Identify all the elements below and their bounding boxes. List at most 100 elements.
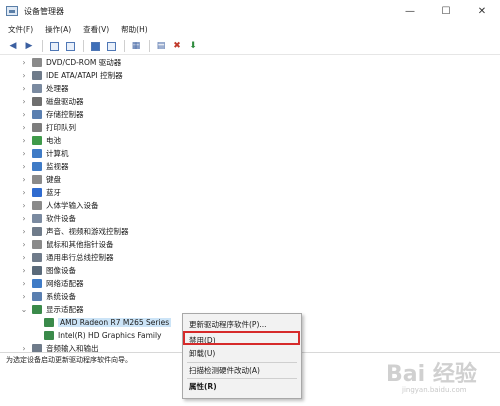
menu-file[interactable]: 文件(F) — [8, 24, 33, 35]
category-item[interactable]: › 系统设备 — [0, 290, 500, 303]
maximize-button[interactable]: ☐ — [428, 0, 464, 22]
chevron-right-icon[interactable]: › — [20, 160, 28, 173]
chevron-right-icon[interactable]: › — [20, 212, 28, 225]
category-item[interactable]: › 鼠标和其他指针设备 — [0, 238, 500, 251]
window-controls: — ☐ ✕ — [392, 0, 500, 22]
toolbar: ◀ ▶ ▦ ▤ ✖ ⬇ — [0, 38, 500, 55]
chevron-right-icon[interactable]: › — [20, 251, 28, 264]
category-item[interactable]: › IDE ATA/ATAPI 控制器 — [0, 69, 500, 82]
category-item[interactable]: › 图像设备 — [0, 264, 500, 277]
chevron-right-icon[interactable]: › — [20, 186, 28, 199]
disk-drive-icon — [32, 97, 42, 106]
chevron-right-icon[interactable]: › — [20, 134, 28, 147]
minimize-button[interactable]: — — [392, 0, 428, 22]
category-item[interactable]: › 打印队列 — [0, 121, 500, 134]
computer-icon — [32, 149, 42, 158]
category-item[interactable]: › 软件设备 — [0, 212, 500, 225]
chevron-right-icon[interactable]: › — [20, 69, 28, 82]
chevron-right-icon[interactable]: › — [20, 264, 28, 277]
chevron-right-icon[interactable]: › — [20, 82, 28, 95]
hid-icon — [32, 201, 42, 210]
chevron-right-icon[interactable]: › — [20, 173, 28, 186]
category-item[interactable]: › 通用串行总线控制器 — [0, 251, 500, 264]
tree-item-label: 键盘 — [46, 175, 61, 184]
category-item[interactable]: › 人体学输入设备 — [0, 199, 500, 212]
device-manager-icon — [6, 6, 18, 16]
tree-item-label: Intel(R) HD Graphics Family — [58, 331, 162, 340]
category-item[interactable]: › 蓝牙 — [0, 186, 500, 199]
help-icon[interactable] — [88, 40, 102, 53]
show-hide-tree-icon[interactable] — [47, 40, 61, 53]
processor-icon — [32, 84, 42, 93]
close-button[interactable]: ✕ — [464, 0, 500, 22]
chevron-right-icon[interactable]: › — [20, 290, 28, 303]
enable-device-icon[interactable]: ⬇ — [186, 40, 200, 53]
chevron-right-icon[interactable]: › — [20, 108, 28, 121]
update-driver-icon[interactable]: ▤ — [154, 40, 168, 53]
tree-item-label: 人体学输入设备 — [46, 201, 99, 210]
category-item[interactable]: › 磁盘驱动器 — [0, 95, 500, 108]
tree-item-label: 鼠标和其他指针设备 — [46, 240, 114, 249]
category-item[interactable]: › 键盘 — [0, 173, 500, 186]
uninstall-icon[interactable]: ✖ — [170, 40, 184, 53]
back-icon[interactable]: ◀ — [6, 40, 20, 53]
forward-icon[interactable]: ▶ — [22, 40, 36, 53]
category-item[interactable]: › 监视器 — [0, 160, 500, 173]
tree-item-label: 图像设备 — [46, 266, 76, 275]
category-item[interactable]: › 电池 — [0, 134, 500, 147]
view-icon[interactable] — [104, 40, 118, 53]
tree-item-label: 打印队列 — [46, 123, 76, 132]
battery-icon — [32, 136, 42, 145]
camera-icon — [32, 266, 42, 275]
menu-update-driver[interactable]: 更新驱动程序软件(P)... — [183, 318, 301, 330]
category-item[interactable]: › DVD/CD-ROM 驱动器 — [0, 56, 500, 69]
chevron-right-icon[interactable]: › — [20, 238, 28, 251]
printer-icon — [32, 123, 42, 132]
disable-highlight-box — [183, 331, 300, 345]
chevron-right-icon[interactable]: › — [20, 56, 28, 69]
chevron-right-icon[interactable]: › — [20, 147, 28, 160]
chevron-right-icon[interactable]: › — [20, 121, 28, 134]
tree-item-label: 通用串行总线控制器 — [46, 253, 114, 262]
tree-item-label: 处理器 — [46, 84, 69, 93]
bluetooth-icon — [32, 188, 42, 197]
category-item[interactable]: › 处理器 — [0, 82, 500, 95]
chevron-right-icon[interactable]: › — [20, 95, 28, 108]
chevron-right-icon[interactable]: › — [20, 277, 28, 290]
menu-scan-hardware[interactable]: 扫描检测硬件改动(A) — [183, 364, 301, 376]
category-item[interactable]: › 声音、视频和游戏控制器 — [0, 225, 500, 238]
chevron-right-icon[interactable]: › — [20, 225, 28, 238]
toolbar-separator — [83, 40, 84, 52]
tree-item-label: 存储控制器 — [46, 110, 84, 119]
system-device-icon — [32, 292, 42, 301]
keyboard-icon — [32, 175, 42, 184]
chevron-right-icon[interactable]: › — [20, 199, 28, 212]
toolbar-separator — [149, 40, 150, 52]
tree-item-label: 磁盘驱动器 — [46, 97, 84, 106]
context-menu: 更新驱动程序软件(P)... 禁用(D) 卸载(U) 扫描检测硬件改动(A) 属… — [182, 313, 302, 399]
properties-icon[interactable] — [63, 40, 77, 53]
menu-help[interactable]: 帮助(H) — [121, 24, 148, 35]
scan-hardware-icon[interactable]: ▦ — [129, 40, 143, 53]
category-item[interactable]: › 网络适配器 — [0, 277, 500, 290]
menu-action[interactable]: 操作(A) — [45, 24, 71, 35]
device-tree: › DVD/CD-ROM 驱动器 › IDE ATA/ATAPI 控制器 › 处理器 › 磁盘… — [0, 56, 500, 354]
tree-item-label: 监视器 — [46, 162, 69, 171]
chevron-down-icon[interactable]: ⌄ — [20, 303, 28, 316]
category-item[interactable]: › 存储控制器 — [0, 108, 500, 121]
mouse-icon — [32, 240, 42, 249]
display-adapter-icon — [32, 305, 42, 314]
device-manager-window: 设备管理器 — ☐ ✕ 文件(F) 操作(A) 查看(V) 帮助(H) ◀ ▶ … — [0, 0, 500, 406]
category-item[interactable]: › 计算机 — [0, 147, 500, 160]
sound-icon — [32, 227, 42, 236]
watermark-url: jingyan.baidu.com — [402, 386, 467, 394]
menu-properties[interactable]: 属性(R) — [183, 380, 301, 392]
tree-item-label: 计算机 — [46, 149, 69, 158]
ide-controller-icon — [32, 71, 42, 80]
tree-item-label: 软件设备 — [46, 214, 76, 223]
menu-uninstall[interactable]: 卸载(U) — [183, 347, 301, 359]
tree-item-label: 蓝牙 — [46, 188, 61, 197]
menu-view[interactable]: 查看(V) — [83, 24, 109, 35]
tree-item-label: 电池 — [46, 136, 61, 145]
watermark-logo: Bai 经验 — [386, 362, 477, 387]
